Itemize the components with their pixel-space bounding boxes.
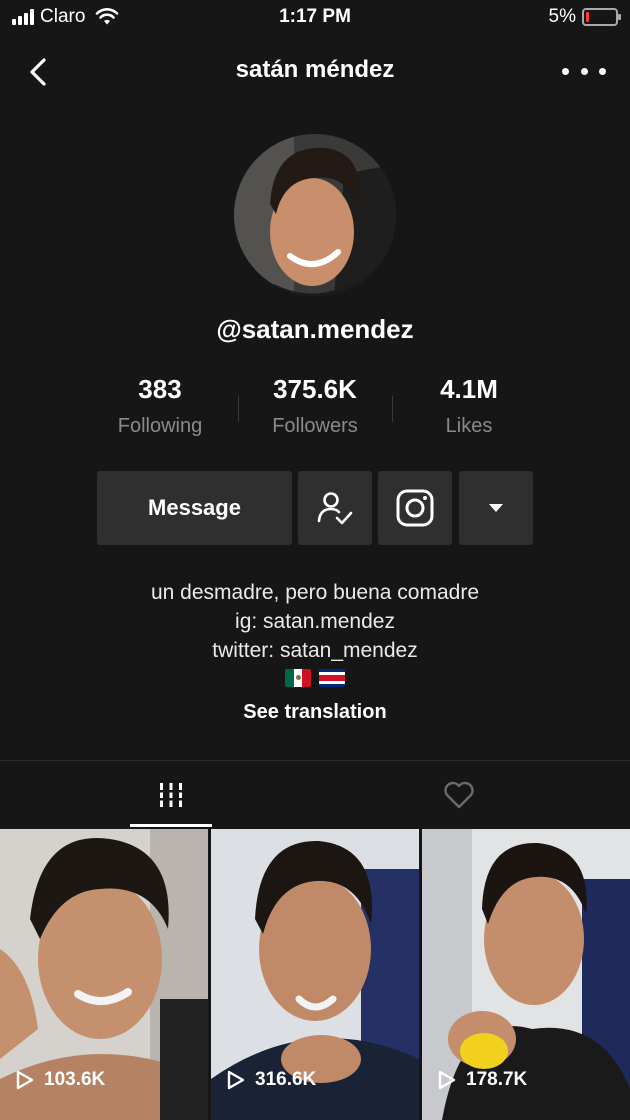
tab-liked[interactable] xyxy=(354,762,564,828)
view-count: 316.6K xyxy=(227,1069,316,1091)
stat-followers[interactable]: 375.6K Followers xyxy=(235,374,395,438)
avatar[interactable] xyxy=(234,134,396,296)
more-dots-icon xyxy=(562,67,569,75)
more-button[interactable] xyxy=(562,58,606,84)
view-count-value: 316.6K xyxy=(255,1069,317,1090)
video-thumbnail[interactable]: 178.7K xyxy=(422,829,630,1120)
stat-value: 4.1M xyxy=(440,374,498,404)
heart-outline-icon xyxy=(444,781,474,809)
costa-rica-flag-icon xyxy=(319,669,345,687)
message-button[interactable]: Message xyxy=(97,471,292,545)
play-outline-icon xyxy=(16,1070,34,1090)
tab-videos[interactable] xyxy=(66,762,276,828)
username: @satan.mendez xyxy=(216,314,414,344)
avatar-photo xyxy=(234,134,396,296)
see-translation-link[interactable]: See translation xyxy=(0,701,630,724)
stat-following[interactable]: 383 Following xyxy=(80,374,240,438)
video-thumbnail[interactable]: 103.6K xyxy=(0,829,208,1120)
more-dot xyxy=(580,67,588,75)
instagram-icon xyxy=(396,489,434,527)
mexico-flag-icon xyxy=(285,669,311,687)
stat-label: Followers xyxy=(272,415,358,437)
dropdown-button[interactable] xyxy=(459,471,533,545)
following-button[interactable] xyxy=(298,471,372,545)
play-outline-icon xyxy=(438,1070,456,1090)
stat-value: 375.6K xyxy=(273,374,357,404)
video-thumbnail[interactable]: 316.6K xyxy=(211,829,419,1120)
stat-label: Following xyxy=(117,415,203,437)
person-check-icon xyxy=(317,492,353,525)
battery-level xyxy=(586,12,589,22)
instagram-button[interactable] xyxy=(378,471,452,545)
bio-line: twitter: satan_mendez xyxy=(212,639,418,662)
status-time: 1:17 PM xyxy=(279,6,351,27)
page-title: satán méndez xyxy=(235,56,395,83)
status-bar: Claro 1:17 PM 5% xyxy=(0,0,630,36)
bio-line: ig: satan.mendez xyxy=(235,610,395,633)
play-outline-icon xyxy=(227,1070,245,1090)
grid-bars-icon xyxy=(157,783,185,807)
active-tab-indicator xyxy=(130,824,212,827)
nav-bar: satán méndez xyxy=(0,40,630,102)
bio-flags xyxy=(0,669,630,689)
battery-icon xyxy=(582,8,621,26)
view-count: 103.6K xyxy=(16,1069,105,1091)
view-count: 178.7K xyxy=(438,1069,527,1091)
stat-value: 383 xyxy=(138,374,182,404)
caret-down-icon xyxy=(489,504,503,512)
battery-percent: 5% xyxy=(548,6,576,27)
profile-stats: 383 Following 375.6K Followers 4.1M Like… xyxy=(0,374,630,450)
video-grid: 103.6K 316.6K 178.7K xyxy=(0,829,630,1120)
bio-line: un desmadre, pero buena comadre xyxy=(150,581,480,604)
bio: un desmadre, pero buena comadre ig: sata… xyxy=(0,578,630,724)
status-right: 5% xyxy=(548,6,621,28)
view-count-value: 178.7K xyxy=(466,1069,528,1090)
tabs-divider xyxy=(0,760,630,761)
stat-label: Likes xyxy=(445,415,493,437)
view-count-value: 103.6K xyxy=(44,1069,106,1090)
stat-likes[interactable]: 4.1M Likes xyxy=(389,374,549,438)
more-dot xyxy=(599,67,606,75)
